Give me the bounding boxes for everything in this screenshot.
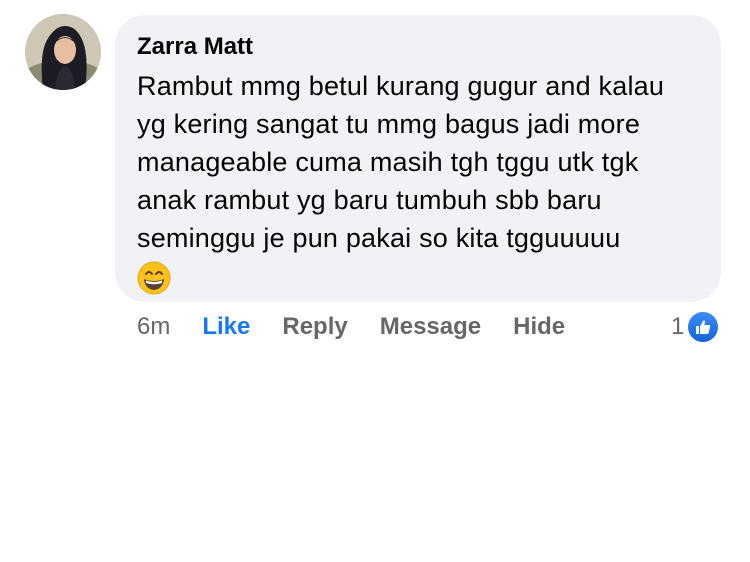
reaction-summary[interactable]: 1: [671, 310, 721, 344]
reply-button[interactable]: Reply: [282, 313, 347, 341]
comment-timestamp[interactable]: 6m: [137, 313, 170, 341]
comment-view: Zarra Matt Rambut mmg betul kurang gugur…: [0, 0, 750, 562]
message-button[interactable]: Message: [380, 313, 481, 341]
comment-author[interactable]: Zarra Matt: [137, 33, 699, 63]
reaction-count: 1: [671, 313, 685, 340]
like-icon: [686, 310, 721, 344]
comment-actions: 6m Like Reply Message Hide: [137, 310, 597, 344]
comment-bubble: Zarra Matt Rambut mmg betul kurang gugur…: [115, 15, 721, 302]
avatar[interactable]: [25, 14, 101, 90]
avatar-image: [25, 14, 101, 90]
comment-text: Rambut mmg betul kurang gugur and kalau …: [137, 71, 665, 253]
like-button[interactable]: Like: [202, 313, 250, 341]
hide-button[interactable]: Hide: [513, 313, 565, 341]
grinning-face-icon: [137, 261, 171, 295]
